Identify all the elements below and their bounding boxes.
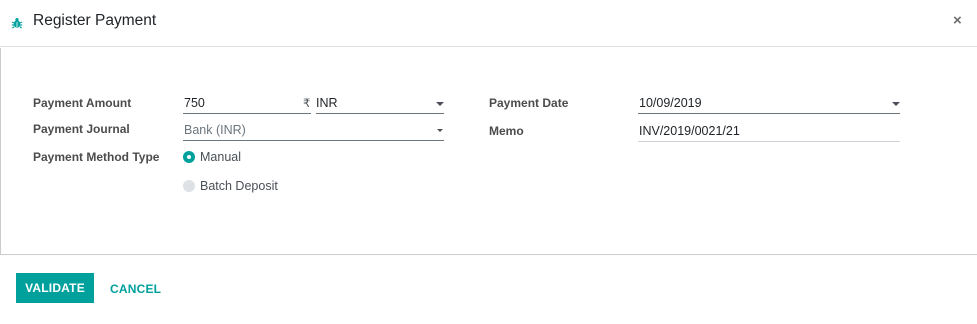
radio-manual-label[interactable]: Manual: [200, 150, 241, 164]
chevron-down-icon[interactable]: [892, 102, 900, 106]
payment-journal-label: Payment Journal: [33, 122, 130, 136]
chevron-down-icon[interactable]: [436, 102, 444, 106]
currency-underline: [316, 113, 444, 114]
currency-symbol: ₹: [303, 98, 311, 110]
payment-amount-underline: [183, 113, 311, 114]
dialog-title: Register Payment: [33, 12, 157, 29]
payment-journal-select[interactable]: Bank (INR): [184, 123, 246, 137]
payment-date-underline: [638, 113, 900, 114]
chevron-down-icon[interactable]: [437, 129, 443, 132]
memo-input[interactable]: INV/2019/0021/21: [639, 124, 740, 138]
payment-amount-input[interactable]: 750: [184, 96, 205, 110]
close-icon[interactable]: ×: [953, 12, 962, 30]
memo-underline: [638, 141, 900, 142]
memo-label: Memo: [489, 124, 524, 138]
radio-batch-deposit[interactable]: [183, 180, 195, 192]
validate-button[interactable]: VALIDATE: [16, 273, 94, 303]
payment-date-input[interactable]: 10/09/2019: [639, 96, 702, 110]
bug-icon: [11, 16, 23, 29]
dialog-footer: VALIDATE CANCEL: [0, 256, 977, 324]
cancel-button[interactable]: CANCEL: [110, 282, 161, 296]
radio-manual[interactable]: [183, 151, 195, 163]
currency-select[interactable]: INR: [316, 96, 338, 110]
payment-amount-label: Payment Amount: [33, 96, 132, 110]
radio-batch-deposit-label[interactable]: Batch Deposit: [200, 179, 278, 193]
payment-journal-underline: [183, 140, 444, 141]
payment-method-type-label: Payment Method Type: [33, 150, 160, 164]
payment-date-label: Payment Date: [489, 96, 569, 110]
dialog-header: Register Payment ×: [0, 0, 977, 47]
